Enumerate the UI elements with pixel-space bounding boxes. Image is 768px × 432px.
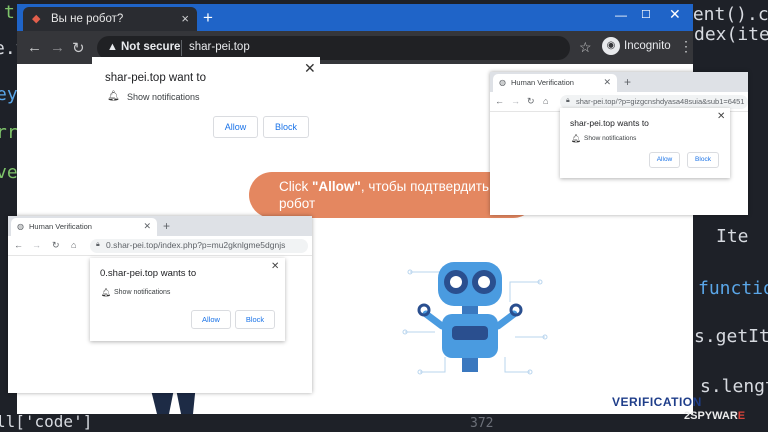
- overlay-address-bar[interactable]: 🔒︎ shar-pei.top/?p=gizgcnshdyasa48suia&s…: [560, 95, 748, 109]
- overlay-forward-button[interactable]: →: [32, 240, 41, 250]
- tab-title: Вы не робот?: [51, 13, 124, 25]
- favicon-icon: ◆: [32, 13, 41, 25]
- overlay-tab[interactable]: ◍ Human Verification ✕: [11, 218, 157, 236]
- maximize-icon[interactable]: ☐: [641, 8, 651, 21]
- verification-brand-label: VERIFICATION: [612, 395, 702, 409]
- overlay-notification-prompt: 0.shar-pei.top wants to ✕ 🔔︎ Show notifi…: [90, 258, 285, 341]
- forward-button[interactable]: →: [50, 39, 65, 56]
- overlay-back-button[interactable]: ←: [14, 240, 23, 250]
- globe-icon: ◍: [17, 222, 24, 231]
- overlay-tab-title: Human Verification: [29, 222, 92, 231]
- overlay-permission-label: Show notifications: [114, 289, 171, 296]
- overlay-back-button[interactable]: ←: [495, 96, 504, 106]
- minimize-icon[interactable]: —: [615, 8, 627, 22]
- overlay-home-button[interactable]: ⌂: [71, 240, 76, 250]
- tab-close-icon[interactable]: ×: [181, 11, 189, 26]
- code-line: s.length: [700, 376, 768, 397]
- allow-button[interactable]: Allow: [213, 116, 258, 138]
- overlay-prompt-close-icon[interactable]: ✕: [271, 261, 279, 272]
- overlay-tab[interactable]: ◍ Human Verification ✕: [493, 74, 617, 92]
- overlay-prompt-title: 0.shar-pei.top wants to: [100, 268, 197, 279]
- overlay-url[interactable]: shar-pei.top/?p=gizgcnshdyasa48suia&sub1…: [576, 97, 744, 106]
- overlay-allow-button[interactable]: Allow: [649, 152, 680, 168]
- overlay-prompt-close-icon[interactable]: ✕: [717, 111, 725, 122]
- overlay-permission-label: Show notifications: [584, 135, 637, 142]
- globe-icon: ◍: [499, 78, 506, 87]
- bell-icon: 🔔︎: [107, 91, 120, 102]
- overlay-notification-prompt: shar-pei.top wants to ✕ 🔔︎ Show notifica…: [560, 108, 730, 178]
- overlay-block-button[interactable]: Block: [687, 152, 719, 168]
- robot-illustration: [402, 262, 548, 375]
- block-button[interactable]: Block: [263, 116, 309, 138]
- overlay-new-tab-button[interactable]: +: [163, 219, 170, 233]
- bookmark-star-icon[interactable]: ☆: [579, 39, 592, 56]
- url-text[interactable]: shar-pei.top: [189, 41, 250, 53]
- overlay-tab-strip: ◍ Human Verification ✕ +: [490, 72, 748, 92]
- overlay-tab-close-icon[interactable]: ✕: [143, 221, 151, 232]
- code-line: ve: [0, 162, 18, 183]
- warning-triangle-icon[interactable]: ▲: [107, 41, 118, 53]
- new-tab-button[interactable]: +: [203, 8, 213, 28]
- security-label[interactable]: Not secure: [121, 41, 180, 53]
- code-line: rr: [0, 122, 18, 143]
- lock-icon: 🔒︎: [566, 97, 570, 104]
- overlay-allow-button[interactable]: Allow: [191, 310, 231, 329]
- overlay-url[interactable]: 0.shar-pei.top/index.php?p=mu2gknlgme5dg…: [106, 240, 285, 250]
- tab-strip: ◆ Вы не робот? × + — ☐ ✕: [17, 4, 693, 31]
- notification-permission-prompt: shar-pei.top want to ✕ 🔔︎ Show notificat…: [92, 57, 320, 152]
- overlay-block-button[interactable]: Block: [235, 310, 275, 329]
- overlay-address-bar[interactable]: 🔒︎ 0.shar-pei.top/index.php?p=mu2gknlgme…: [90, 239, 308, 253]
- code-line: Ite: [716, 226, 749, 247]
- code-line: function: [698, 278, 768, 299]
- watermark-logo: 2SPYWARE: [684, 410, 746, 422]
- prompt-close-icon[interactable]: ✕: [304, 60, 316, 77]
- overlay-browser-window: ◍ Human Verification ✕ + ← → ↻ ⌂ 🔒︎ 0.sh…: [8, 216, 312, 393]
- reload-button[interactable]: ↻: [72, 39, 85, 57]
- tab-active[interactable]: ◆ Вы не робот? ×: [23, 7, 197, 31]
- bell-icon: 🔔︎: [101, 288, 112, 297]
- permission-label: Show notifications: [127, 92, 200, 102]
- address-separator: [181, 40, 182, 56]
- back-button[interactable]: ←: [27, 39, 42, 56]
- overlay-tab-strip: ◍ Human Verification ✕ +: [8, 216, 312, 236]
- overlay-tab-close-icon[interactable]: ✕: [603, 77, 611, 88]
- overlay-home-button[interactable]: ⌂: [543, 96, 548, 106]
- lock-icon: 🔒︎: [96, 241, 100, 248]
- code-line: dex(item: [694, 24, 768, 45]
- code-line: ll['code']: [0, 412, 93, 431]
- incognito-icon[interactable]: ◉: [602, 37, 620, 55]
- menu-kebab-icon[interactable]: ⋮: [679, 38, 693, 55]
- bell-icon: 🔔︎: [571, 134, 582, 143]
- code-line: s.getItemI: [694, 326, 768, 347]
- prompt-title: shar-pei.top want to: [105, 72, 207, 84]
- overlay-browser-window: ◍ Human Verification ✕ + ← → ↻ ⌂ 🔒︎ shar…: [490, 72, 748, 215]
- overlay-toolbar: ← → ↻ ⌂ 🔒︎ 0.shar-pei.top/index.php?p=mu…: [8, 236, 312, 256]
- code-line: 372: [470, 416, 494, 431]
- bubble-line-2: робот: [279, 196, 316, 211]
- window-close-icon[interactable]: ✕: [669, 6, 681, 23]
- overlay-new-tab-button[interactable]: +: [624, 75, 631, 89]
- overlay-reload-button[interactable]: ↻: [52, 240, 60, 251]
- overlay-forward-button[interactable]: →: [511, 96, 520, 106]
- incognito-label: Incognito: [624, 40, 671, 52]
- overlay-prompt-title: shar-pei.top wants to: [570, 118, 649, 128]
- code-line: rent().ch: [682, 4, 768, 25]
- overlay-tab-title: Human Verification: [511, 78, 574, 87]
- overlay-reload-button[interactable]: ↻: [527, 96, 535, 107]
